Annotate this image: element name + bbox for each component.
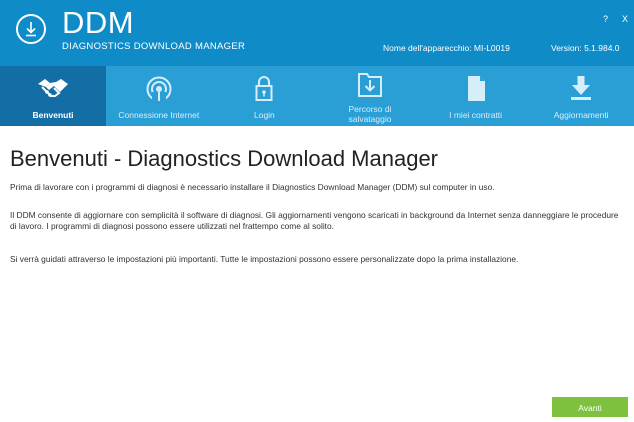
tab-label: Login <box>253 110 275 120</box>
title-bar: DDM DIAGNOSTICS DOWNLOAD MANAGER Nome de… <box>0 0 634 66</box>
tab-label-line1: Percorso di <box>348 104 392 114</box>
intro-paragraph: Prima di lavorare con i programmi di dia… <box>10 182 495 192</box>
description-paragraph: Il DDM consente di aggiornare con sempli… <box>10 210 619 232</box>
tab-label: Aggiornamenti <box>553 110 609 120</box>
help-button[interactable]: ? <box>603 14 608 24</box>
tab-label: Connessione Internet <box>118 110 200 120</box>
close-button[interactable]: X <box>622 14 628 24</box>
wizard-navigation: Benvenuti Connessione Internet Login Per… <box>0 66 634 126</box>
handshake-icon <box>38 79 68 97</box>
wireless-signal-icon <box>146 76 172 102</box>
page-title: Benvenuti - Diagnostics Download Manager <box>10 146 439 171</box>
main-content: Benvenuti - Diagnostics Download Manager… <box>0 126 634 422</box>
document-icon <box>467 76 485 101</box>
version-label: Version: 5.1.984.0 <box>551 43 620 53</box>
tab-label: Benvenuti <box>32 110 74 120</box>
tab-label: I miei contratti <box>449 110 503 120</box>
download-logo-icon <box>16 14 46 44</box>
tab-login[interactable]: Login <box>212 66 318 126</box>
lock-icon <box>255 76 273 101</box>
download-arrow-icon <box>571 76 592 100</box>
tab-benvenuti[interactable]: Benvenuti <box>0 66 106 126</box>
guide-paragraph: Si verrà guidati attraverso le impostazi… <box>10 254 519 264</box>
tab-aggiornamenti[interactable]: Aggiornamenti <box>528 66 634 126</box>
tab-i-miei-contratti[interactable]: I miei contratti <box>423 66 529 126</box>
device-name-label: Nome dell'apparecchio: MI-L0019 <box>383 43 510 53</box>
next-button[interactable]: Avanti <box>552 397 628 417</box>
tab-connessione-internet[interactable]: Connessione Internet <box>106 66 212 126</box>
app-title: DDM <box>62 5 135 40</box>
tab-label-line2: salvataggio <box>348 114 392 124</box>
folder-download-icon <box>357 73 382 97</box>
tab-percorso-di-salvataggio[interactable]: Percorso di salvataggio <box>317 66 423 126</box>
app-subtitle: DIAGNOSTICS DOWNLOAD MANAGER <box>62 41 246 52</box>
app-window: DDM DIAGNOSTICS DOWNLOAD MANAGER Nome de… <box>0 0 634 422</box>
